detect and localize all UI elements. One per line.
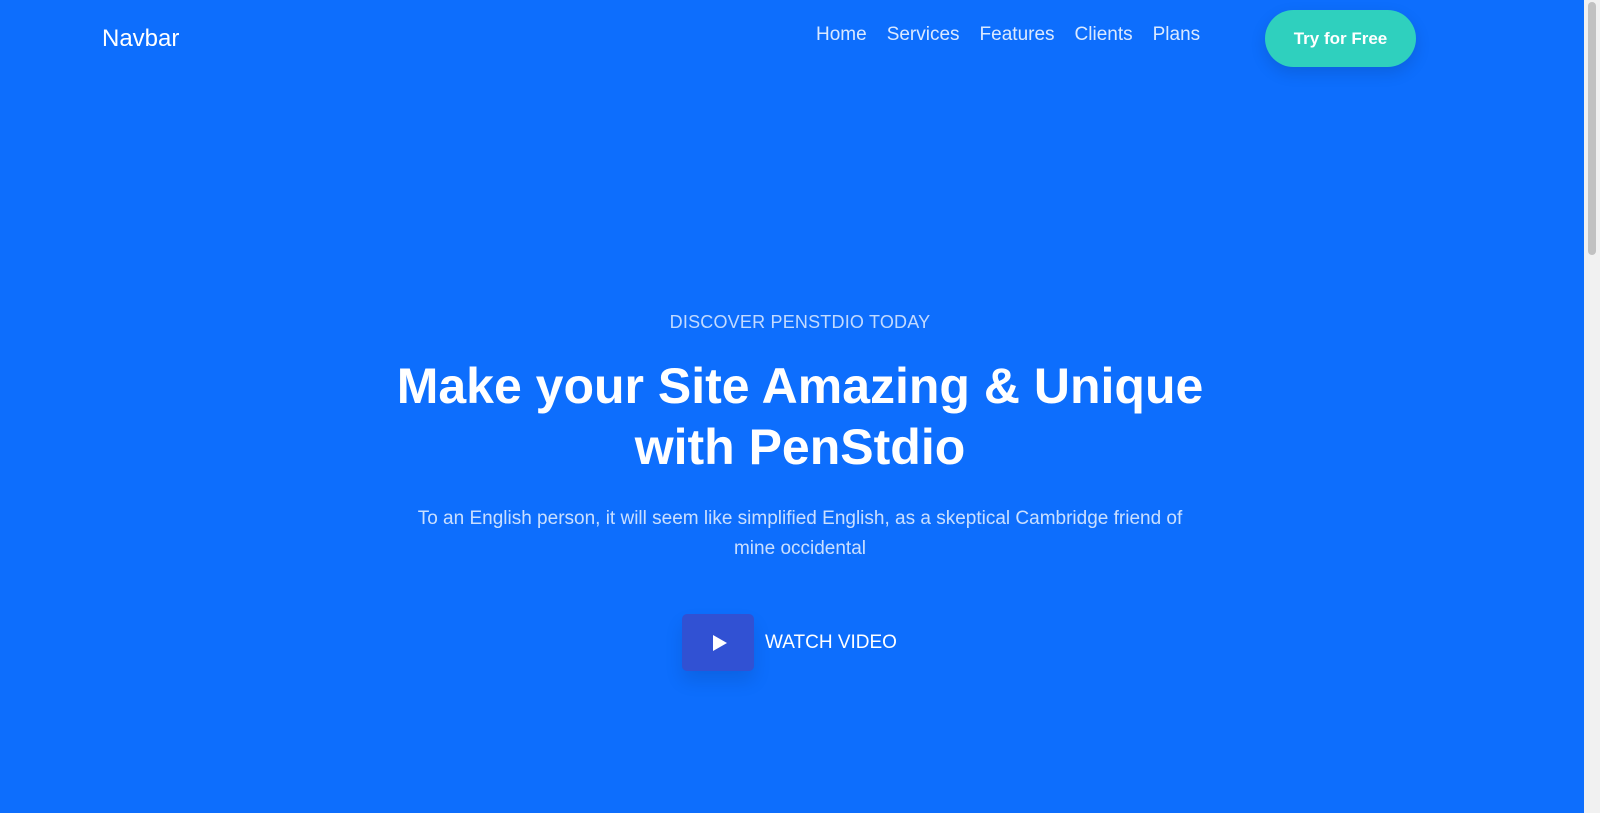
navbar-brand[interactable]: Navbar xyxy=(102,24,179,54)
play-video-button[interactable] xyxy=(682,614,754,671)
hero-subtitle: To an English person, it will seem like … xyxy=(417,508,1183,559)
nav-link-features[interactable]: Features xyxy=(980,22,1055,48)
navbar: Navbar Home Services Features Clients Pl… xyxy=(0,0,1584,78)
vertical-scrollbar[interactable] xyxy=(1584,0,1600,813)
nav-link-clients[interactable]: Clients xyxy=(1075,22,1133,48)
nav-links: Home Services Features Clients Plans xyxy=(816,22,1200,48)
watch-video-row: WATCH VIDEO xyxy=(682,614,902,671)
page: Navbar Home Services Features Clients Pl… xyxy=(0,0,1584,813)
nav-link-services[interactable]: Services xyxy=(887,22,960,48)
hero-section: DISCOVER PENSTDIO TODAY Make your Site A… xyxy=(0,310,1600,671)
play-icon xyxy=(712,634,727,651)
nav-link-plans[interactable]: Plans xyxy=(1153,22,1201,48)
try-for-free-button[interactable]: Try for Free xyxy=(1265,10,1416,67)
hero-headline: Make your Site Amazing & Unique with Pen… xyxy=(396,358,1204,475)
watch-video-label[interactable]: WATCH VIDEO xyxy=(765,630,897,656)
nav-link-home[interactable]: Home xyxy=(816,22,867,48)
scrollbar-thumb[interactable] xyxy=(1588,2,1596,255)
hero-eyebrow: DISCOVER PENSTDIO TODAY xyxy=(669,312,931,332)
